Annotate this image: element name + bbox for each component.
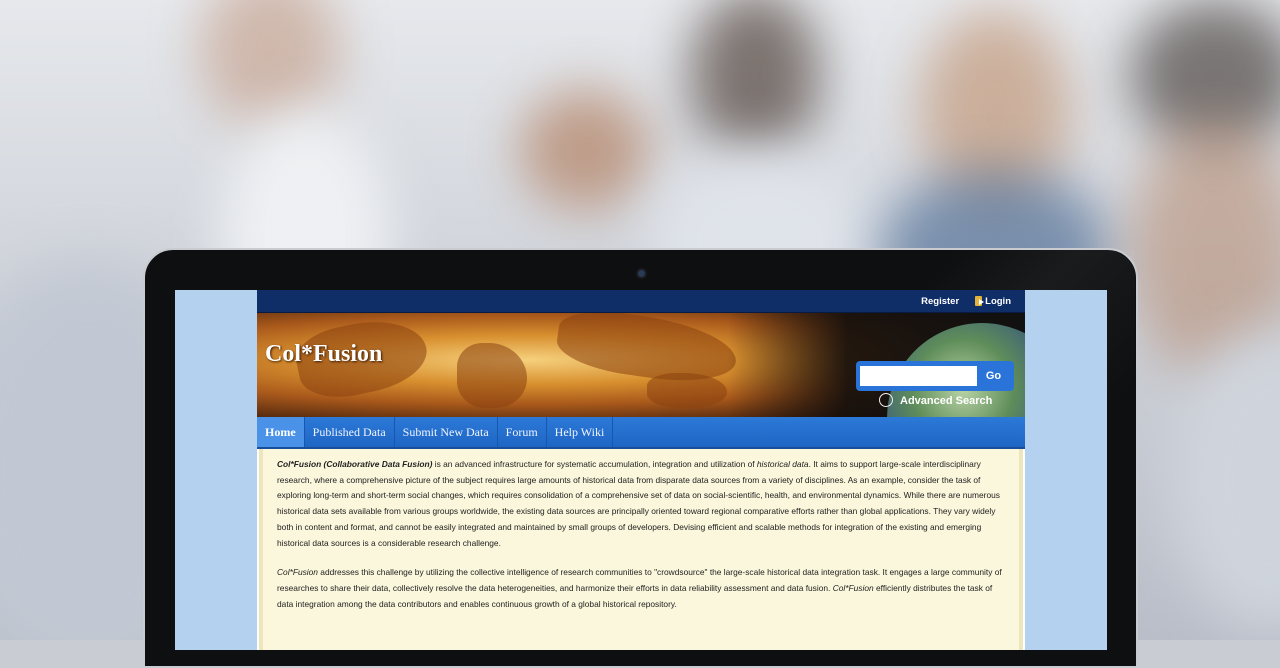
p1-text-b: . It aims to support large-scale interdi…: [277, 459, 1000, 548]
nav-help-wiki[interactable]: Help Wiki: [547, 417, 614, 447]
intro-paragraph-2: Col*Fusion addresses this challenge by u…: [277, 565, 1005, 612]
p1-text-a: is an advanced infrastructure for system…: [432, 459, 757, 469]
website: Register Login Col*Fusion Go Advanced Se…: [257, 290, 1025, 650]
advanced-search-link[interactable]: Advanced Search: [900, 395, 992, 407]
top-bar: Register Login: [257, 290, 1025, 313]
site-banner: Col*Fusion Go Advanced Search: [257, 313, 1025, 417]
project-name-3: Col*Fusion: [832, 582, 874, 593]
project-name-2: Col*Fusion: [277, 567, 318, 578]
advanced-search-icon: [879, 393, 893, 407]
login-label: Login: [985, 295, 1011, 307]
login-link[interactable]: Login: [975, 296, 1011, 307]
intro-paragraph-1: Col*Fusion (Collaborative Data Fusion) i…: [277, 457, 1005, 551]
emphasis-historical-data: historical data: [756, 459, 809, 469]
intro-content: Col*Fusion (Collaborative Data Fusion) i…: [259, 449, 1023, 650]
project-name: Col*Fusion (Collaborative Data Fusion): [277, 459, 433, 469]
site-logo[interactable]: Col*Fusion: [265, 341, 382, 368]
login-icon: [975, 296, 985, 306]
nav-home[interactable]: Home: [257, 417, 305, 447]
laptop-screen: Register Login Col*Fusion Go Advanced Se…: [175, 290, 1107, 650]
main-nav: Home Published Data Submit New Data Foru…: [257, 417, 1025, 449]
go-button[interactable]: Go: [977, 370, 1010, 382]
search-input[interactable]: [860, 366, 977, 386]
laptop-frame: Register Login Col*Fusion Go Advanced Se…: [143, 248, 1138, 668]
search-form: Go: [856, 361, 1014, 391]
nav-published-data[interactable]: Published Data: [305, 417, 395, 447]
register-link[interactable]: Register: [921, 296, 959, 307]
webcam-icon: [638, 270, 645, 277]
nav-forum[interactable]: Forum: [498, 417, 547, 447]
nav-submit-new-data[interactable]: Submit New Data: [395, 417, 498, 447]
